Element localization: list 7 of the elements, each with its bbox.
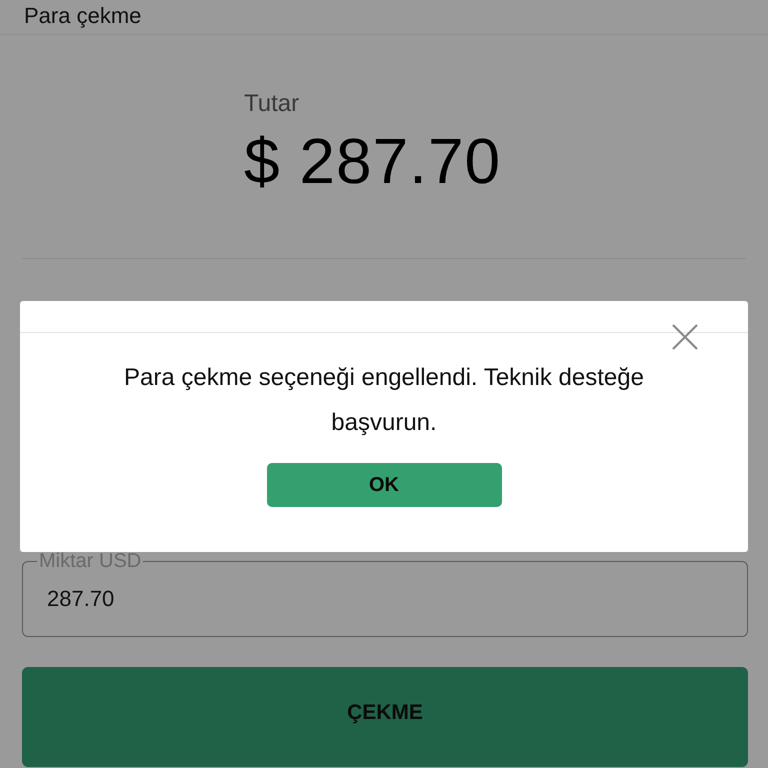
balance-amount: $ 287.70 — [244, 124, 502, 198]
dialog-message: Para çekme seçeneği engellendi. Teknik desteğe başvurun. — [123, 363, 645, 438]
ok-button[interactable]: OK — [266, 463, 502, 507]
field-value: 287.70 — [47, 586, 116, 612]
balance-label: Tutar — [244, 90, 300, 118]
close-icon[interactable] — [672, 324, 698, 350]
page-title: Para çekme — [24, 4, 142, 28]
